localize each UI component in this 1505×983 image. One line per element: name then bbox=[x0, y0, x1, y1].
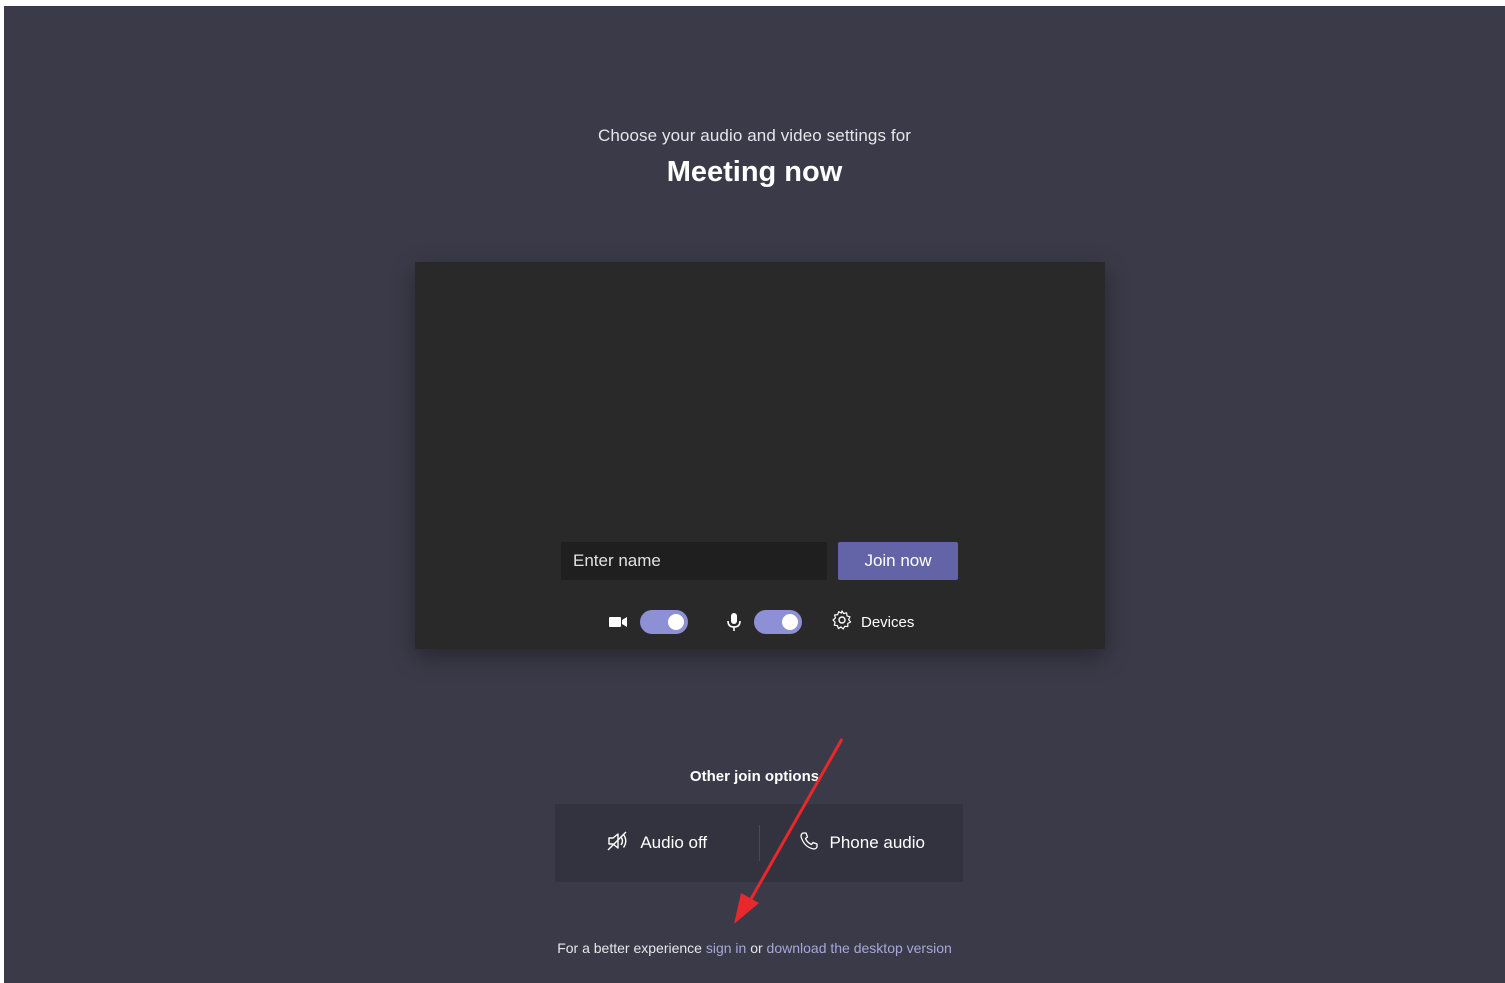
camera-toggle-knob bbox=[668, 614, 684, 630]
video-camera-icon bbox=[607, 611, 629, 633]
microphone-toggle-knob bbox=[782, 614, 798, 630]
phone-icon bbox=[798, 830, 820, 857]
video-preview-panel: Join now bbox=[415, 262, 1105, 649]
devices-label: Devices bbox=[861, 613, 915, 631]
devices-button[interactable]: Devices bbox=[831, 609, 914, 635]
microphone-toggle[interactable] bbox=[754, 610, 802, 634]
footer-middle: or bbox=[746, 940, 767, 956]
other-join-options-heading: Other join options bbox=[689, 768, 820, 785]
phone-audio-option[interactable]: Phone audio bbox=[760, 804, 964, 882]
other-join-options: Audio off Phone audio bbox=[555, 804, 963, 882]
speaker-muted-icon bbox=[606, 830, 630, 857]
name-input[interactable] bbox=[561, 542, 827, 580]
microphone-icon bbox=[723, 611, 745, 633]
phone-audio-label: Phone audio bbox=[829, 833, 925, 852]
settings-subtitle: Choose your audio and video settings for bbox=[597, 126, 912, 145]
camera-toggle[interactable] bbox=[640, 610, 688, 634]
join-now-button[interactable]: Join now bbox=[838, 542, 958, 580]
prejoin-screen: Choose your audio and video settings for… bbox=[4, 6, 1505, 983]
audio-off-option[interactable]: Audio off bbox=[555, 804, 759, 882]
download-desktop-link[interactable]: download the desktop version bbox=[767, 940, 952, 956]
footer-prefix: For a better experience bbox=[557, 940, 706, 956]
meeting-title: Meeting now bbox=[666, 156, 843, 188]
gear-icon bbox=[831, 609, 853, 636]
footer-message: For a better experience sign in or downl… bbox=[4, 940, 1505, 956]
av-controls: Devices bbox=[415, 609, 1105, 635]
sign-in-link[interactable]: sign in bbox=[706, 940, 746, 956]
audio-off-label: Audio off bbox=[640, 833, 708, 852]
